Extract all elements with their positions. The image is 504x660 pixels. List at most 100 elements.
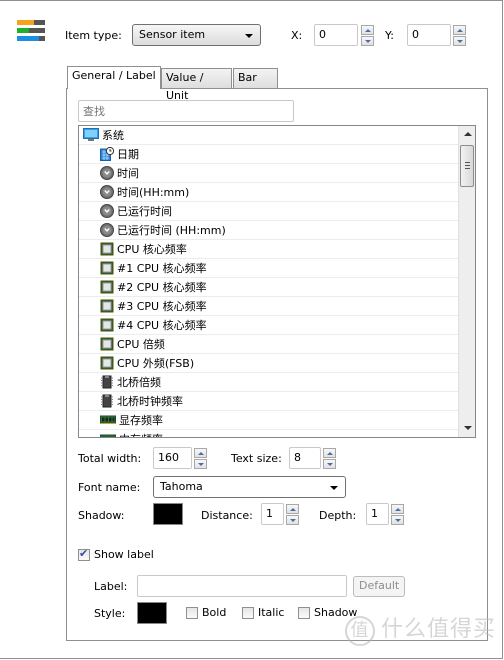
cpu-icon — [100, 337, 114, 351]
font-name-value: Tahoma — [160, 480, 203, 493]
list-item-label: #3 CPU 核心频率 — [117, 300, 207, 313]
label-field-label: Label: — [94, 580, 128, 593]
list-item-label: 时间(HH:mm) — [117, 186, 190, 199]
depth-input[interactable]: 1 — [366, 503, 389, 525]
depth-stepper[interactable] — [391, 504, 404, 526]
cpu-icon — [100, 318, 114, 332]
list-item[interactable]: #3 CPU 核心频率 — [79, 297, 459, 316]
list-item-label: 系统 — [102, 129, 124, 142]
label-input[interactable] — [137, 575, 347, 597]
list-item[interactable]: 北桥倍频 — [79, 373, 459, 392]
chip-icon — [100, 394, 114, 408]
shadow-color-swatch[interactable] — [153, 503, 183, 525]
x-input[interactable]: 0 — [314, 24, 358, 46]
text-size-input[interactable]: 8 — [289, 447, 321, 469]
cpu-icon — [100, 242, 114, 256]
list-item-label: 内存频率 — [119, 431, 163, 437]
list-item-label: CPU 倍频 — [117, 338, 165, 351]
clock-icon — [100, 223, 114, 237]
list-item[interactable]: 时间 — [79, 164, 459, 183]
spin-up-icon[interactable] — [323, 448, 336, 458]
search-input[interactable] — [78, 100, 294, 122]
list-item[interactable]: 时间(HH:mm) — [79, 183, 459, 202]
tab-general-label[interactable]: General / Label — [67, 66, 161, 89]
chip-icon — [100, 375, 114, 389]
total-width-input[interactable]: 160 — [153, 447, 192, 469]
text-size-stepper[interactable] — [323, 448, 336, 470]
spin-up-icon[interactable] — [391, 504, 404, 514]
total-width-stepper[interactable] — [194, 448, 207, 470]
spin-up-icon[interactable] — [361, 25, 374, 35]
cpu-icon — [100, 356, 114, 370]
spin-down-icon[interactable] — [323, 459, 336, 469]
cpu-icon — [100, 280, 114, 294]
list-item[interactable]: 日期 — [79, 145, 459, 164]
default-button[interactable]: Default — [353, 576, 406, 597]
scroll-up-icon[interactable] — [464, 132, 472, 136]
list-item[interactable]: CPU 外频(FSB) — [79, 354, 459, 373]
italic-label: Italic — [258, 606, 285, 619]
spin-down-icon[interactable] — [361, 36, 374, 46]
cpu-icon — [100, 299, 114, 313]
list-item[interactable]: 系统 — [79, 126, 459, 145]
distance-label: Distance: — [201, 509, 253, 522]
y-input[interactable]: 0 — [407, 24, 451, 46]
list-item[interactable]: 已运行时间 (HH:mm) — [79, 221, 459, 240]
spin-up-icon[interactable] — [453, 25, 466, 35]
distance-stepper[interactable] — [286, 504, 299, 526]
spin-down-icon[interactable] — [286, 515, 299, 525]
list-item[interactable]: #1 CPU 核心频率 — [79, 259, 459, 278]
spin-down-icon[interactable] — [391, 515, 404, 525]
shadow-style-checkbox[interactable] — [298, 607, 310, 619]
bold-checkbox[interactable] — [186, 607, 198, 619]
list-item-label: #1 CPU 核心频率 — [117, 262, 207, 275]
memory-icon — [100, 432, 116, 437]
depth-label: Depth: — [319, 509, 357, 522]
list-item[interactable]: 显存频率 — [79, 411, 459, 430]
text-size-label: Text size: — [231, 452, 282, 465]
list-item-label: 显存频率 — [119, 414, 163, 427]
font-name-dropdown[interactable]: Tahoma — [153, 476, 346, 498]
vertical-scrollbar[interactable] — [458, 126, 475, 437]
italic-checkbox[interactable] — [242, 607, 254, 619]
y-label: Y: — [385, 29, 394, 42]
list-item-label: CPU 核心频率 — [117, 243, 187, 256]
list-item[interactable]: CPU 倍频 — [79, 335, 459, 354]
cpu-icon — [100, 261, 114, 275]
bold-label: Bold — [202, 606, 227, 619]
chevron-down-icon — [330, 486, 338, 490]
list-item-label: #4 CPU 核心频率 — [117, 319, 207, 332]
list-item[interactable]: 北桥时钟频率 — [79, 392, 459, 411]
spin-up-icon[interactable] — [286, 504, 299, 514]
y-stepper[interactable] — [453, 25, 466, 47]
list-item[interactable]: CPU 核心频率 — [79, 240, 459, 259]
list-item[interactable]: 已运行时间 — [79, 202, 459, 221]
x-label: X: — [291, 29, 303, 42]
tab-value-unit[interactable]: Value / Unit — [161, 68, 232, 102]
spin-down-icon[interactable] — [453, 36, 466, 46]
show-label-checkbox[interactable] — [78, 547, 90, 561]
shadow-label: Shadow: — [78, 509, 125, 522]
list-item-label: CPU 外频(FSB) — [117, 357, 195, 370]
spin-up-icon[interactable] — [194, 448, 207, 458]
sensor-list[interactable]: 系统日期时间时间(HH:mm) 已运行时间已运行时间 (HH:mm) CPU 核心频… — [78, 125, 476, 438]
list-item[interactable]: #4 CPU 核心频率 — [79, 316, 459, 335]
list-item-label: 北桥倍频 — [117, 376, 161, 389]
sensor-bars-icon — [17, 20, 45, 44]
memory-icon — [100, 413, 116, 427]
x-stepper[interactable] — [361, 25, 374, 47]
total-width-label: Total width: — [78, 452, 142, 465]
list-item-label: #2 CPU 核心频率 — [117, 281, 207, 294]
list-item-label: 日期 — [117, 148, 139, 161]
style-color-swatch[interactable] — [137, 602, 167, 624]
scroll-thumb[interactable] — [460, 145, 474, 187]
item-type-dropdown[interactable]: Sensor item — [132, 24, 261, 46]
list-item[interactable]: 内存频率 — [79, 430, 459, 437]
spin-down-icon[interactable] — [194, 459, 207, 469]
watermark-logo: 值 — [344, 616, 375, 646]
tab-bar[interactable]: Bar — [233, 68, 278, 88]
distance-input[interactable]: 1 — [261, 503, 284, 525]
scroll-down-icon[interactable] — [464, 426, 472, 430]
list-item-label: 已运行时间 (HH:mm) — [117, 224, 226, 237]
list-item[interactable]: #2 CPU 核心频率 — [79, 278, 459, 297]
